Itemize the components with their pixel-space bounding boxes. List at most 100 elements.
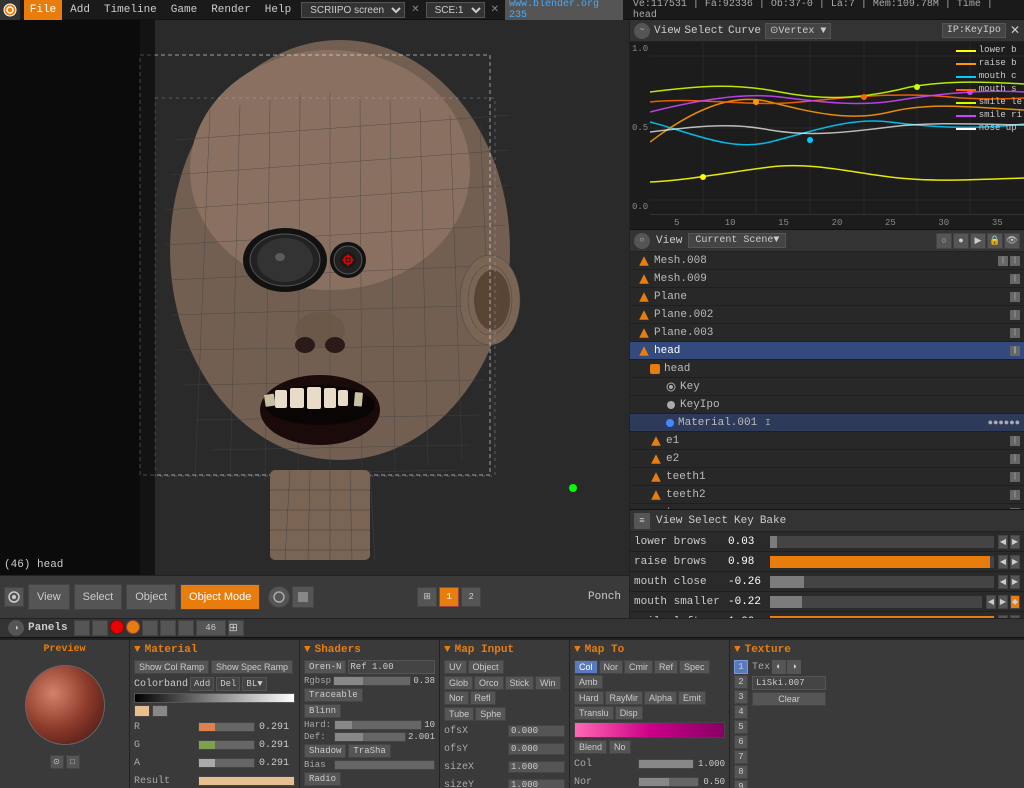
screen-selector-dropdown[interactable]: SCRIIPO screen	[301, 2, 405, 18]
scene-item-e1[interactable]: e1 |	[630, 432, 1024, 450]
scene-lock-btn[interactable]: 🔒	[987, 233, 1003, 249]
tex-slot-9[interactable]: 9	[734, 780, 748, 788]
mat-vis[interactable]: ●●●●●●	[988, 418, 1020, 428]
a-slider[interactable]	[198, 758, 255, 768]
panels-btn-5[interactable]	[178, 620, 194, 636]
ref-btn-to[interactable]: Ref	[654, 660, 678, 674]
traceable-btn[interactable]: Traceable	[304, 688, 363, 702]
color-mix-bar[interactable]	[574, 722, 725, 738]
panels-frame-num[interactable]: 46	[196, 620, 226, 636]
tex-slot-6[interactable]: 6	[734, 735, 748, 749]
blinn-btn[interactable]: Blinn	[304, 704, 341, 718]
panels-btn-2[interactable]	[92, 620, 108, 636]
translu-btn[interactable]: Translu	[574, 706, 614, 720]
layer-2[interactable]: 2	[461, 587, 481, 607]
shapekey-bar-lower[interactable]	[770, 536, 994, 548]
nor-btn-map[interactable]: Nor	[444, 691, 469, 705]
tex-slot-7[interactable]: 7	[734, 750, 748, 764]
oren-n-btn[interactable]: Oren-N	[304, 660, 346, 674]
vis-t1[interactable]: |	[1010, 472, 1020, 482]
tex-slot-1[interactable]: 1	[734, 660, 748, 674]
color-swatch-1[interactable]	[134, 705, 150, 717]
object-btn[interactable]: Object	[126, 584, 176, 610]
scene-item-plane003[interactable]: Plane.003 |	[630, 324, 1024, 342]
stick-btn[interactable]: Stick	[505, 676, 535, 690]
prev-btn-1[interactable]: ⊙	[50, 755, 64, 769]
vis-4[interactable]: |	[1010, 310, 1020, 320]
vis-2[interactable]: |	[1010, 274, 1020, 284]
tex-slot-5[interactable]: 5	[734, 720, 748, 734]
sk-btn-3a[interactable]: ◀	[998, 575, 1008, 589]
spec-ramp-btn[interactable]: Show Spec Ramp	[211, 660, 293, 674]
vis-sel[interactable]: |	[1010, 256, 1020, 266]
scene-item-teeth2[interactable]: teeth2 |	[630, 486, 1024, 504]
scene-item-e2[interactable]: e2 |	[630, 450, 1024, 468]
sk-btn-3b[interactable]: ▶	[1010, 575, 1020, 589]
scene-item-plane[interactable]: Plane |	[630, 288, 1024, 306]
cmir-btn[interactable]: Cmir	[624, 660, 653, 674]
vis-e2[interactable]: |	[1010, 454, 1020, 464]
sk-btn-2b[interactable]: ▶	[1010, 555, 1020, 569]
tex-slot-4[interactable]: 4	[734, 705, 748, 719]
action-view[interactable]: View	[656, 515, 682, 527]
sk-btn-1b[interactable]: ▶	[1010, 535, 1020, 549]
amb-btn-to[interactable]: Amb	[574, 675, 603, 689]
ofsy-field[interactable]: 0.000	[508, 743, 565, 755]
scene-item-teeth1[interactable]: teeth1 |	[630, 468, 1024, 486]
emit-btn[interactable]: Emit	[678, 691, 706, 705]
clear-btn[interactable]: Clear	[752, 692, 826, 706]
sk-btn-1a[interactable]: ◀	[998, 535, 1008, 549]
ipo-key-dropdown[interactable]: IP:KeyIpo	[942, 23, 1006, 38]
current-scene-btn[interactable]: Current Scene▼	[688, 233, 786, 248]
menu-help[interactable]: Help	[259, 0, 297, 20]
tex-icon-2[interactable]: ◑	[787, 660, 801, 674]
spec-btn-to[interactable]: Spec	[679, 660, 710, 674]
alpha-btn[interactable]: Alpha	[644, 691, 677, 705]
menu-file[interactable]: File	[24, 0, 62, 20]
sphe-btn[interactable]: Sphe	[475, 707, 506, 721]
viewport[interactable]: (46) head View Select Object Object Mode	[0, 20, 630, 618]
action-select[interactable]: Select	[688, 515, 728, 527]
blend-btn[interactable]: Blend	[574, 740, 607, 754]
color-swatch-2[interactable]	[152, 705, 168, 717]
view-btn[interactable]: View	[28, 584, 70, 610]
colorband-del[interactable]: Del	[216, 677, 240, 691]
object-mode-btn[interactable]: Object Mode	[180, 584, 260, 610]
scene-item-material[interactable]: Material.001 I ●●●●●●	[630, 414, 1024, 432]
colorband-bl[interactable]: BL▼	[242, 677, 266, 691]
vis-3[interactable]: |	[1010, 292, 1020, 302]
hard-btn-to[interactable]: Hard	[574, 691, 604, 705]
shapekey-bar-mouth-small[interactable]	[770, 596, 982, 608]
glob-btn[interactable]: Glob	[444, 676, 473, 690]
orco-btn[interactable]: Orco	[474, 676, 504, 690]
solid-btn[interactable]	[292, 586, 314, 608]
tex-name[interactable]: LiSki.007	[752, 676, 826, 690]
scene-item-key[interactable]: Key	[630, 378, 1024, 396]
scene-item-mesh009[interactable]: Mesh.009 |	[630, 270, 1024, 288]
no-btn[interactable]: No	[609, 740, 631, 754]
tube-btn[interactable]: Tube	[444, 707, 474, 721]
sk-btn-4b[interactable]: ▶	[998, 595, 1008, 609]
bias-slider[interactable]	[334, 760, 435, 770]
panels-btn-3[interactable]	[142, 620, 158, 636]
menu-render[interactable]: Render	[205, 0, 257, 20]
sk-btn-4c[interactable]: ◆	[1010, 595, 1020, 609]
scene-header-view[interactable]: View	[656, 235, 682, 247]
panels-btn-6[interactable]: ⊞	[228, 620, 244, 636]
sphere-btn[interactable]	[268, 586, 290, 608]
tex-slot-8[interactable]: 8	[734, 765, 748, 779]
tex-icon-1[interactable]: ◐	[772, 660, 786, 674]
tex-slot-3[interactable]: 3	[734, 690, 748, 704]
scene-sel-btn[interactable]: ●	[953, 233, 969, 249]
raymir-btn[interactable]: RayMir	[605, 691, 644, 705]
def-slider[interactable]	[334, 732, 406, 742]
g-slider[interactable]	[198, 740, 255, 750]
col-btn[interactable]: Col	[574, 660, 598, 674]
colorband-add[interactable]: Add	[190, 677, 214, 691]
menu-timeline[interactable]: Timeline	[98, 0, 163, 20]
action-key[interactable]: Key	[734, 515, 754, 527]
ipo-curve[interactable]: Curve	[728, 25, 761, 37]
shapekey-bar-mouth-close[interactable]	[770, 576, 994, 588]
win-btn[interactable]: Win	[535, 676, 561, 690]
shapekey-bar-raise[interactable]	[770, 556, 994, 568]
